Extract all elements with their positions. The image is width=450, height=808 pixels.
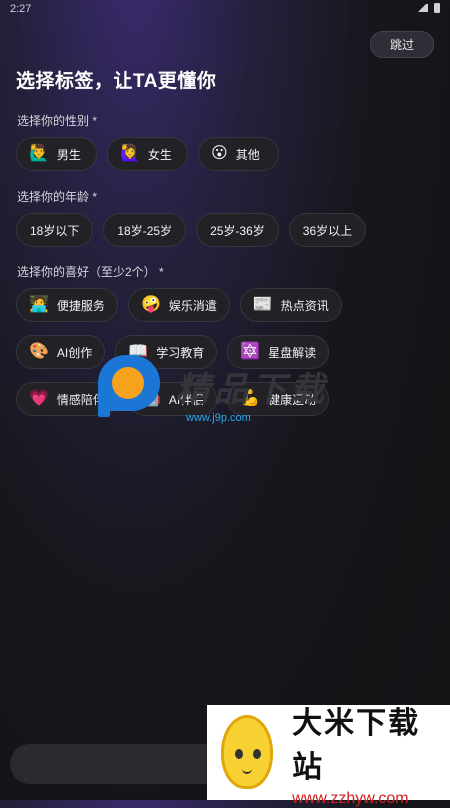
person-raising-hand-male-icon: 🙋‍♂️ xyxy=(29,145,49,162)
watermark-url: www.j9p.com xyxy=(186,412,251,424)
signal-icon xyxy=(418,4,428,12)
age-option-over-36[interactable]: 36岁以上 xyxy=(288,213,367,247)
watermark-j9p: 精品下载 xyxy=(98,355,328,417)
gender-options: 🙋‍♂️ 男生 🙋‍♀️ 女生 😮 其他 xyxy=(16,137,279,171)
hobby-option-label: AI创作 xyxy=(56,345,93,360)
hobby-row-1: 🧑‍💻 便捷服务 🤪 娱乐消遣 📰 热点资讯 xyxy=(16,288,342,322)
hobby-option-hot-news[interactable]: 📰 热点资讯 xyxy=(239,288,342,322)
age-section-label: 选择你的年龄 * xyxy=(17,190,98,204)
page-title: 选择标签，让TA更懂你 xyxy=(16,71,217,92)
hobby-option-entertainment[interactable]: 🤪 娱乐消遣 xyxy=(127,288,230,322)
age-option-under-18[interactable]: 18岁以下 xyxy=(16,213,94,247)
hobby-option-label: 娱乐消遣 xyxy=(168,298,217,313)
age-options: 18岁以下 18岁-25岁 25岁-36岁 36岁以上 xyxy=(16,213,367,247)
gender-option-female[interactable]: 🙋‍♀️ 女生 xyxy=(107,137,188,171)
watermark-dami: 大米下载站 www.zzhyw.com xyxy=(207,705,450,807)
heart-icon: 💗 xyxy=(29,390,49,407)
gender-option-label: 女生 xyxy=(147,147,172,162)
gender-option-male[interactable]: 🙋‍♂️ 男生 xyxy=(16,137,97,171)
hobby-section-label: 选择你的喜好（至少2个） * xyxy=(17,265,164,279)
age-option-18-25[interactable]: 18岁-25岁 xyxy=(103,213,187,247)
gender-option-other[interactable]: 😮 其他 xyxy=(198,137,279,171)
gender-section-label: 选择你的性别 * xyxy=(17,114,98,128)
j9p-logo-icon xyxy=(98,355,170,417)
gender-option-label: 男生 xyxy=(56,147,81,162)
watermark-corner-name: 大米下载站 xyxy=(292,706,421,784)
rice-mascot-icon xyxy=(215,713,278,793)
surprised-face-icon: 😮 xyxy=(211,145,228,162)
hobby-option-ai-creation[interactable]: 🎨 AI创作 xyxy=(16,335,106,369)
person-raising-hand-female-icon: 🙋‍♀️ xyxy=(120,145,140,162)
gender-option-label: 其他 xyxy=(235,147,260,162)
zany-face-icon: 🤪 xyxy=(140,296,161,313)
hobby-option-convenient-service[interactable]: 🧑‍💻 便捷服务 xyxy=(16,288,118,322)
status-time: 2:27 xyxy=(10,3,32,15)
watermark-corner-url: www.zzhyw.com xyxy=(292,789,409,807)
palette-icon: 🎨 xyxy=(29,343,49,360)
battery-icon xyxy=(434,3,440,13)
age-option-25-36[interactable]: 25岁-36岁 xyxy=(196,213,279,247)
skip-button[interactable]: 跳过 xyxy=(370,31,434,58)
status-icons xyxy=(418,3,440,13)
watermark-brand: 精品下载 xyxy=(176,370,328,409)
hobby-option-label: 热点资讯 xyxy=(280,298,329,313)
newspaper-icon: 📰 xyxy=(252,296,273,313)
hobby-option-label: 便捷服务 xyxy=(56,298,105,313)
technologist-icon: 🧑‍💻 xyxy=(29,296,49,313)
